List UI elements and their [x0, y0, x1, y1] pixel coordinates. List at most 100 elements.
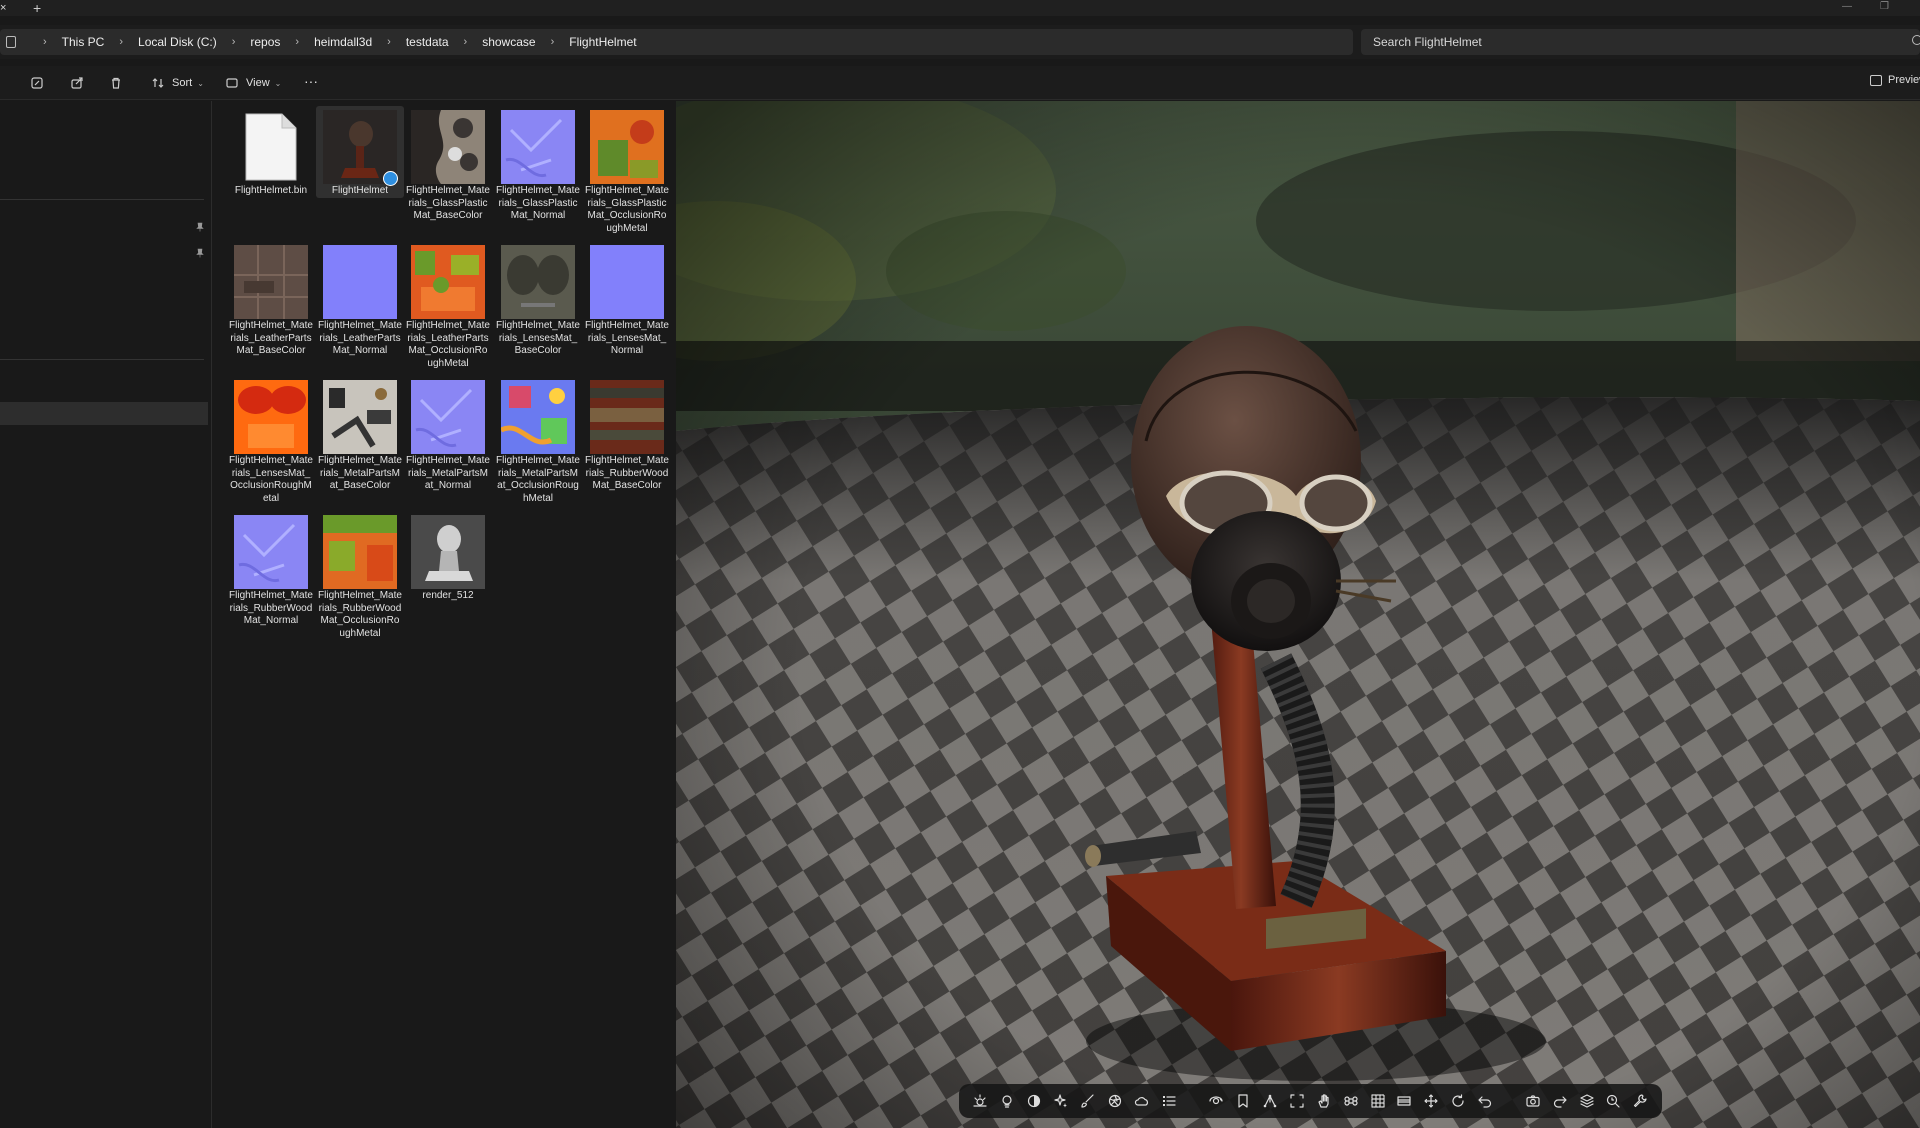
move-icon[interactable] — [1423, 1093, 1439, 1109]
layers-icon[interactable] — [1579, 1093, 1595, 1109]
file-tile[interactable]: render_512 — [404, 511, 492, 603]
film-icon[interactable] — [1396, 1093, 1412, 1109]
sort-button[interactable]: Sort ⌄ — [151, 74, 204, 92]
file-name: FlightHelmet_Materials_LeatherPartsMat_N… — [318, 320, 402, 356]
sort-icon — [152, 78, 164, 88]
file-tile[interactable]: FlightHelmet — [316, 106, 404, 198]
delete-button[interactable] — [109, 74, 123, 92]
file-tile[interactable]: FlightHelmet_Materials_RubberWoodMat_Nor… — [227, 511, 315, 628]
minimize-icon[interactable]: — — [1842, 0, 1852, 14]
breadcrumb-separator-icon[interactable]: › — [232, 36, 236, 48]
file-thumbnail — [234, 110, 308, 184]
view-label: View — [246, 77, 270, 89]
view-button[interactable]: View ⌄ — [225, 74, 281, 92]
skeleton-icon[interactable] — [1262, 1093, 1278, 1109]
file-name: FlightHelmet_Materials_LeatherPartsMat_O… — [406, 320, 490, 369]
file-tile[interactable]: FlightHelmet.bin — [227, 106, 315, 198]
file-thumbnail — [411, 515, 485, 589]
file-name: FlightHelmet.bin — [234, 185, 308, 196]
list-icon[interactable] — [1161, 1093, 1177, 1109]
file-tile[interactable]: FlightHelmet_Materials_LensesMat_Occlusi… — [227, 376, 315, 505]
undo-icon[interactable] — [1477, 1093, 1493, 1109]
inspect-icon[interactable] — [1605, 1093, 1621, 1109]
file-tile[interactable]: FlightHelmet_Materials_LensesMat_Normal — [583, 241, 671, 358]
environment-icon[interactable] — [972, 1093, 988, 1109]
file-name: FlightHelmet_Materials_LeatherPartsMat_B… — [229, 320, 313, 356]
pin-icon[interactable] — [196, 248, 204, 258]
redo-icon[interactable] — [1552, 1093, 1568, 1109]
bookmark-icon[interactable] — [1235, 1093, 1251, 1109]
maximize-icon[interactable]: ❐ — [1880, 0, 1889, 14]
breadcrumb-separator-icon[interactable]: › — [464, 36, 468, 48]
view-icon — [226, 78, 238, 88]
file-tile[interactable]: FlightHelmet_Materials_LensesMat_BaseCol… — [494, 241, 582, 358]
file-tile[interactable]: FlightHelmet_Materials_LeatherPartsMat_B… — [227, 241, 315, 358]
chevron-down-icon: ⌄ — [197, 78, 204, 88]
file-name: FlightHelmet_Materials_GlassPlasticMat_B… — [406, 185, 490, 221]
pin-icon[interactable] — [196, 222, 204, 232]
file-thumbnail — [323, 515, 397, 589]
sparkle-icon[interactable] — [1053, 1093, 1069, 1109]
close-tab-icon[interactable]: × — [0, 0, 12, 16]
screenshot-icon[interactable] — [1525, 1093, 1541, 1109]
frame-icon[interactable] — [1289, 1093, 1305, 1109]
grid-icon[interactable] — [1370, 1093, 1386, 1109]
breadcrumb-separator-icon[interactable]: › — [551, 36, 555, 48]
file-tile[interactable]: FlightHelmet_Materials_GlassPlasticMat_O… — [583, 106, 671, 235]
file-tile[interactable]: FlightHelmet_Materials_LeatherPartsMat_N… — [316, 241, 404, 358]
file-name: FlightHelmet — [331, 185, 389, 196]
wrench-icon[interactable] — [1632, 1093, 1648, 1109]
file-name: FlightHelmet_Materials_LensesMat_BaseCol… — [496, 320, 580, 356]
file-tile[interactable]: FlightHelmet_Materials_MetalPartsMat_Occ… — [494, 376, 582, 505]
refresh-icon[interactable] — [1450, 1093, 1466, 1109]
hand-icon[interactable] — [1316, 1093, 1332, 1109]
command-bar: Sort ⌄ View ⌄ ··· — [0, 66, 1920, 100]
rename-button[interactable] — [30, 74, 44, 92]
breadcrumb-item[interactable]: testdata — [406, 35, 449, 49]
contrast-icon[interactable] — [1026, 1093, 1042, 1109]
cloud-icon[interactable] — [1134, 1093, 1150, 1109]
brush-icon[interactable] — [1080, 1093, 1096, 1109]
breadcrumb-item[interactable]: This PC — [62, 35, 105, 49]
file-thumbnail — [590, 245, 664, 319]
breadcrumb-item[interactable]: heimdall3d — [314, 35, 372, 49]
preview-pane-icon — [1870, 74, 1882, 86]
file-tile[interactable]: FlightHelmet_Materials_LeatherPartsMat_O… — [404, 241, 492, 370]
breadcrumb[interactable]: › This PC › Local Disk (C:) › repos › heimdall3… — [0, 29, 1353, 55]
aperture-icon[interactable] — [1107, 1093, 1123, 1109]
breadcrumb-item[interactable]: repos — [250, 35, 280, 49]
breadcrumb-item[interactable]: Local Disk (C:) — [138, 35, 217, 49]
file-thumbnail — [411, 245, 485, 319]
preview-pane-button[interactable]: Preview — [1870, 74, 1920, 86]
search-input[interactable]: Search FlightHelmet — [1361, 29, 1920, 55]
command-icon[interactable] — [1343, 1093, 1359, 1109]
navigation-pane[interactable] — [0, 101, 212, 1128]
breadcrumb-separator-icon[interactable]: › — [295, 36, 299, 48]
3d-preview-viewport[interactable] — [676, 101, 1920, 1128]
file-thumbnail — [590, 380, 664, 454]
share-button[interactable] — [70, 74, 84, 92]
file-name: FlightHelmet_Materials_MetalPartsMat_Nor… — [406, 455, 490, 491]
file-name: render_512 — [422, 590, 474, 601]
file-name: FlightHelmet_Materials_RubberWoodMat_Occ… — [318, 590, 402, 639]
file-tile[interactable]: FlightHelmet_Materials_RubberWoodMat_Occ… — [316, 511, 404, 640]
file-tile[interactable]: FlightHelmet_Materials_GlassPlasticMat_B… — [404, 106, 492, 223]
file-tile[interactable]: FlightHelmet_Materials_GlassPlasticMat_N… — [494, 106, 582, 223]
nav-selected-item[interactable] — [0, 402, 208, 425]
breadcrumb-item[interactable]: showcase — [482, 35, 535, 49]
more-options-button[interactable]: ··· — [304, 72, 318, 90]
file-name: FlightHelmet_Materials_GlassPlasticMat_N… — [496, 185, 580, 221]
light-icon[interactable] — [999, 1093, 1015, 1109]
new-tab-button[interactable]: + — [33, 0, 41, 16]
breadcrumb-separator-icon[interactable]: › — [43, 36, 47, 48]
camera-orbit-icon[interactable] — [1208, 1093, 1224, 1109]
viewer-toolbar — [959, 1084, 1662, 1118]
breadcrumb-separator-icon[interactable]: › — [119, 36, 123, 48]
file-tile[interactable]: FlightHelmet_Materials_RubberWoodMat_Bas… — [583, 376, 671, 493]
breadcrumb-item[interactable]: FlightHelmet — [569, 35, 636, 49]
file-thumbnail — [411, 110, 485, 184]
file-tile[interactable]: FlightHelmet_Materials_MetalPartsMat_Nor… — [404, 376, 492, 493]
breadcrumb-separator-icon[interactable]: › — [387, 36, 391, 48]
file-grid[interactable]: FlightHelmet.bin FlightHelmet FlightHelmet… — [213, 101, 676, 1128]
file-tile[interactable]: FlightHelmet_Materials_MetalPartsMat_Bas… — [316, 376, 404, 493]
